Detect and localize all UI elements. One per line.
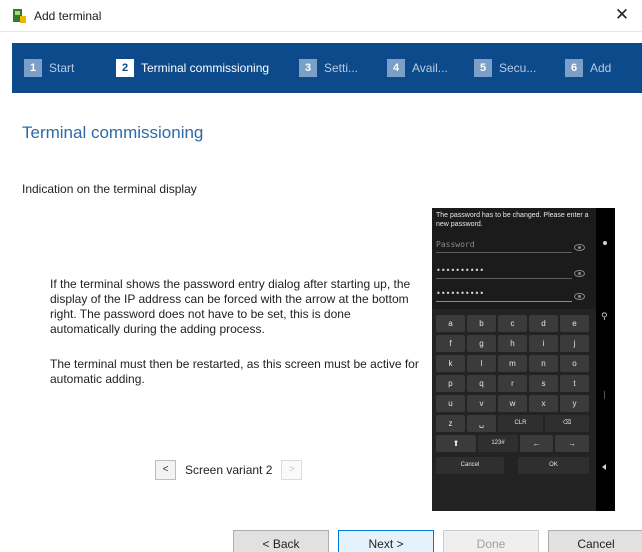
eye-icon [574, 270, 585, 277]
next-variant-button[interactable]: > [281, 460, 303, 480]
window-title: Add terminal [34, 9, 102, 23]
keyboard-key-shift: ⬆ [436, 435, 476, 452]
terminal-screen: The password has to be changed. Please e… [432, 208, 596, 511]
keyboard-key: p [436, 375, 465, 392]
terminal-cancel-key: Cancel [436, 457, 504, 474]
keyboard-key: q [467, 375, 496, 392]
instruction-paragraph-1: If the terminal shows the password entry… [50, 277, 411, 336]
terminal-confirm-password-field: •••••••••• [436, 288, 572, 302]
step-label: Start [49, 61, 75, 75]
step-start[interactable]: 1 Start [24, 57, 74, 79]
terminal-screenshot: The password has to be changed. Please e… [432, 208, 615, 511]
keyboard-key: m [498, 355, 527, 372]
step-security[interactable]: 5 Secu... [474, 57, 536, 79]
step-label: Avail... [412, 61, 448, 75]
step-label: Terminal commissioning [141, 61, 270, 75]
step-label: Secu... [499, 61, 537, 75]
keyboard-key-numbers: 123# [478, 435, 518, 452]
step-terminal-commissioning[interactable]: 2 Terminal commissioning [116, 57, 269, 79]
previous-variant-button[interactable]: < [155, 460, 176, 480]
keyboard-key: u [436, 395, 465, 412]
eye-icon [574, 244, 585, 251]
terminal-password-field: Password [436, 239, 572, 253]
step-available[interactable]: 4 Avail... [387, 57, 448, 79]
keyboard-key: f [436, 335, 465, 352]
keyboard-key: h [498, 335, 527, 352]
step-label: Setti... [324, 61, 359, 75]
keyboard-key-left: ← [520, 435, 553, 452]
terminal-keyboard: a b c d e f g h i j k l m n o p q r s t … [432, 309, 596, 511]
keyboard-key: z [436, 415, 465, 432]
keyboard-key: g [467, 335, 496, 352]
keyboard-key: ␣ [467, 415, 496, 432]
divider-icon [604, 391, 605, 399]
keyboard-key: j [560, 335, 589, 352]
dot-icon [603, 241, 607, 245]
wizard-footer: < Back Next > Done Cancel [0, 524, 642, 552]
eye-icon [574, 293, 585, 300]
keyboard-key-backspace: ⌫ [545, 415, 589, 432]
step-number: 3 [299, 59, 317, 77]
keyboard-key: d [529, 315, 558, 332]
keyboard-key: i [529, 335, 558, 352]
keyboard-key: e [560, 315, 589, 332]
step-number: 6 [565, 59, 583, 77]
close-button[interactable]: ✕ [602, 0, 642, 32]
section-subheading: Indication on the terminal display [22, 182, 197, 196]
keyboard-key: s [529, 375, 558, 392]
done-button[interactable]: Done [443, 530, 539, 552]
step-number: 5 [474, 59, 492, 77]
keyboard-key: t [560, 375, 589, 392]
screen-variant-switcher: < Screen variant 2 > [155, 459, 303, 481]
next-button[interactable]: Next > [338, 530, 434, 552]
keyboard-key-clear: CLR [498, 415, 543, 432]
terminal-new-password-field: •••••••••• [436, 265, 572, 279]
key-icon: ⚲ [601, 311, 608, 321]
keyboard-key: w [498, 395, 527, 412]
page-title: Terminal commissioning [22, 123, 204, 142]
step-number: 4 [387, 59, 405, 77]
keyboard-key: c [498, 315, 527, 332]
terminal-app-icon [13, 9, 26, 23]
step-number: 2 [116, 59, 134, 77]
instruction-paragraph-2: The terminal must then be restarted, as … [50, 357, 419, 386]
terminal-ok-key: OK [518, 457, 589, 474]
keyboard-key: o [560, 355, 589, 372]
keyboard-key: v [467, 395, 496, 412]
terminal-side-rail: ⚲ [596, 208, 615, 511]
window-titlebar: Add terminal ✕ [0, 0, 642, 32]
back-button[interactable]: < Back [233, 530, 329, 552]
step-number: 1 [24, 59, 42, 77]
keyboard-key-right: → [555, 435, 589, 452]
keyboard-key: b [467, 315, 496, 332]
step-label: Add [590, 61, 612, 75]
back-arrow-icon [602, 464, 606, 470]
keyboard-key: a [436, 315, 465, 332]
cancel-button[interactable]: Cancel [548, 530, 642, 552]
keyboard-key: x [529, 395, 558, 412]
keyboard-key: k [436, 355, 465, 372]
terminal-message: The password has to be changed. Please e… [436, 212, 589, 228]
step-settings[interactable]: 3 Setti... [299, 57, 358, 79]
wizard-steps: 1 Start 2 Terminal commissioning 3 Setti… [12, 43, 642, 93]
step-add[interactable]: 6 Add [565, 57, 611, 79]
keyboard-key: y [560, 395, 589, 412]
keyboard-key: r [498, 375, 527, 392]
screen-variant-label: Screen variant 2 [185, 463, 273, 477]
keyboard-key: l [467, 355, 496, 372]
keyboard-key: n [529, 355, 558, 372]
